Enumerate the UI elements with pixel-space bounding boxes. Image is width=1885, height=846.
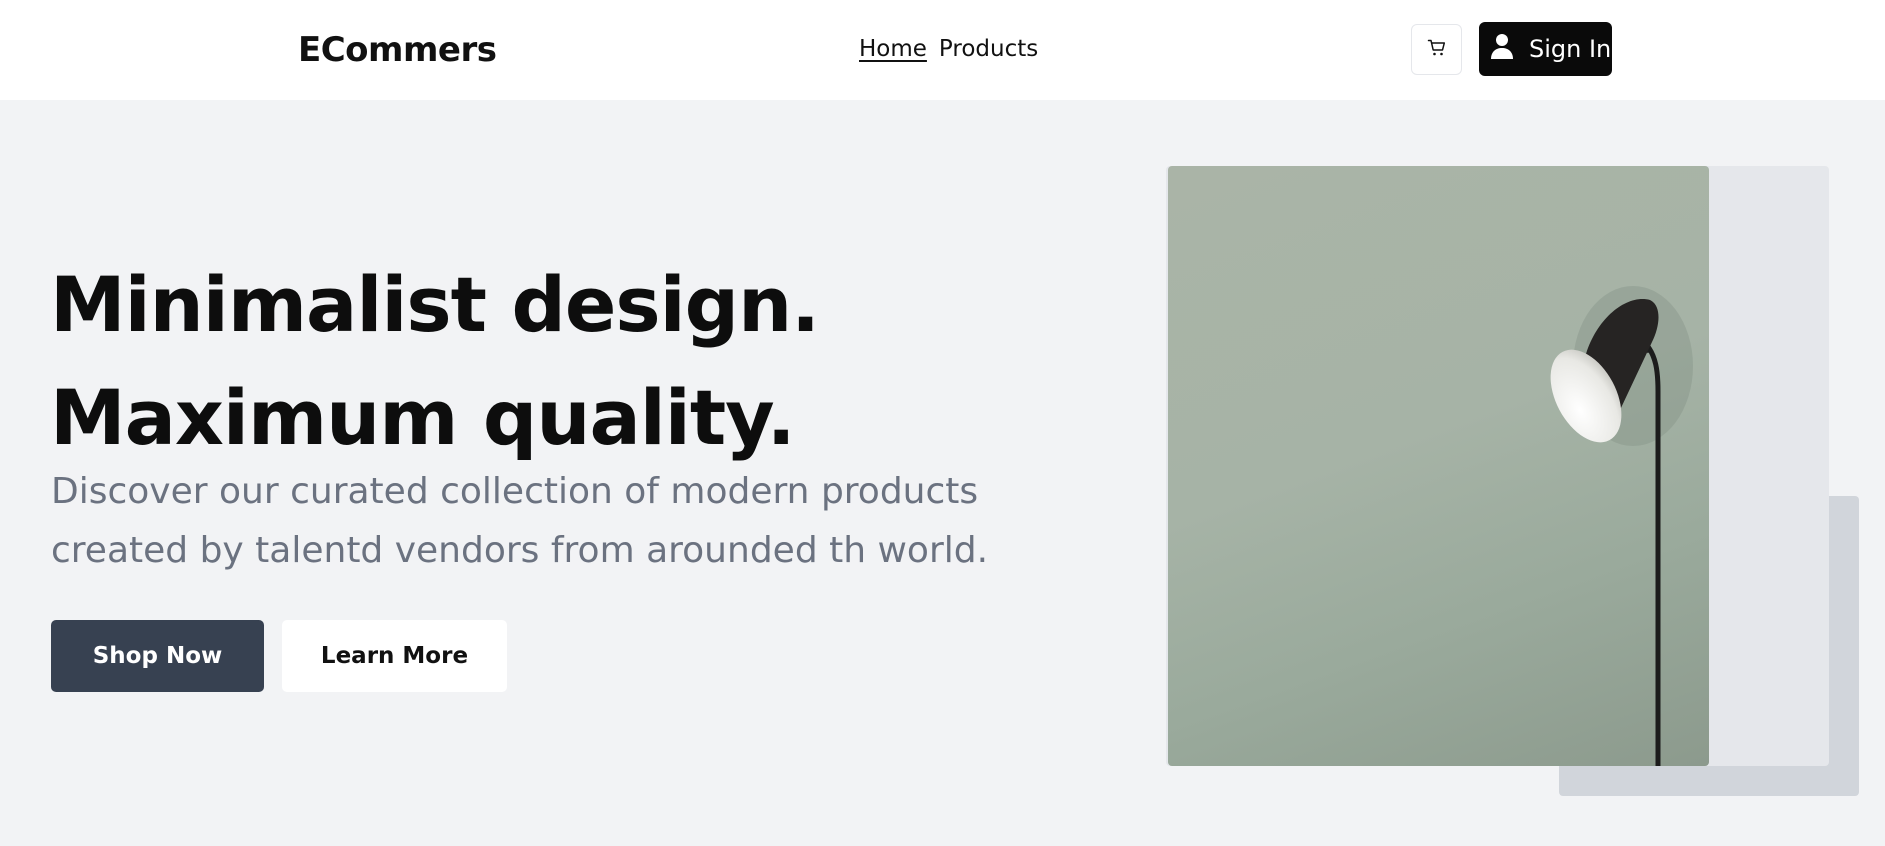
shop-now-button[interactable]: Shop Now bbox=[51, 620, 264, 692]
cart-button[interactable] bbox=[1411, 24, 1462, 75]
brand-logo[interactable]: ECommers bbox=[298, 30, 497, 70]
top-navbar: ECommers Home Products Sign In bbox=[0, 0, 1885, 100]
hero-image-lamp bbox=[1168, 166, 1709, 766]
user-icon bbox=[1491, 33, 1513, 65]
nav-link-products[interactable]: Products bbox=[939, 36, 1038, 62]
sign-in-label: Sign In bbox=[1529, 35, 1612, 63]
sign-in-button[interactable]: Sign In bbox=[1479, 22, 1612, 76]
hero-title: Minimalist design. Maximum quality. bbox=[50, 248, 820, 474]
hero-title-line-2: Maximum quality. bbox=[50, 373, 796, 462]
learn-more-button[interactable]: Learn More bbox=[282, 620, 507, 692]
hero-title-line-1: Minimalist design. bbox=[50, 260, 820, 349]
hero-subtitle: Discover our curated collection of moder… bbox=[51, 471, 989, 571]
cart-icon bbox=[1427, 38, 1447, 62]
floor-lamp-illustration bbox=[1550, 286, 1693, 766]
nav-link-home[interactable]: Home bbox=[859, 36, 927, 62]
main-nav: Home Products bbox=[859, 36, 1038, 62]
